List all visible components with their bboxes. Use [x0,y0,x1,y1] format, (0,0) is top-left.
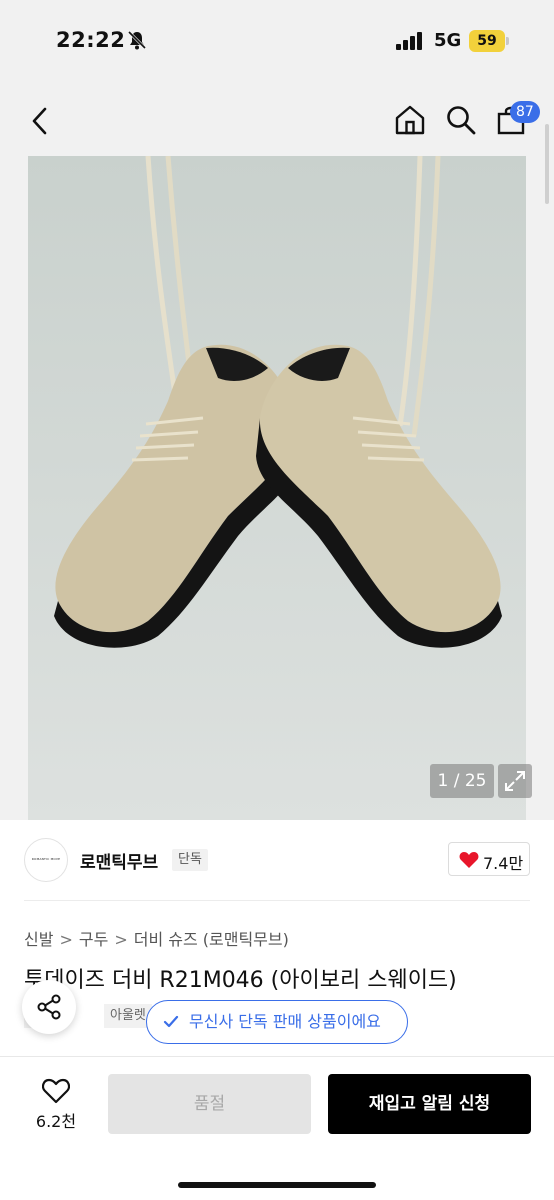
expand-icon [505,771,525,791]
divider [24,900,530,901]
search-icon[interactable] [445,104,477,136]
brand-logo-text: ROMANTIC MOVE [31,857,61,861]
brand-logo[interactable]: ROMANTIC MOVE [24,838,68,882]
exclusive-sale-text: 무신사 단독 판매 상품이에요 [189,1012,381,1031]
image-counter: 1 / 25 [430,764,494,798]
brand-like-count: 7.4만 [483,854,524,873]
wishlist-count: 6.2천 [35,1112,77,1131]
status-time: 22:22 [56,28,126,52]
check-icon [163,1015,179,1028]
exclusive-sale-badge: 무신사 단독 판매 상품이에요 [146,1000,408,1044]
breadcrumb-separator: > [114,930,128,949]
product-image[interactable] [28,156,526,820]
home-icon[interactable] [394,104,426,136]
home-indicator [178,1182,376,1188]
share-icon [37,994,61,1020]
breadcrumb-separator: > [59,930,73,949]
bell-slash-icon [127,30,147,50]
network-type: 5G [434,30,462,51]
product-title: 투데이즈 더비 R21M046 (아이보리 스웨이드) [24,968,457,993]
restock-alert-button[interactable]: 재입고 알림 신청 [328,1074,531,1134]
brand-like-button[interactable]: 7.4만 [448,842,530,876]
battery-indicator: 59 [469,30,505,52]
expand-image-button[interactable] [498,764,532,798]
soldout-button: 품절 [108,1074,311,1134]
brand-name[interactable]: 로맨틱무브 [80,848,158,873]
back-icon[interactable] [28,106,52,136]
heart-icon [459,852,479,868]
scrollbar[interactable] [545,124,549,204]
cart-count-badge: 87 [510,101,540,123]
breadcrumb-item-shoes[interactable]: 신발 [24,926,53,950]
battery-tip [506,37,509,45]
share-button[interactable] [22,980,76,1034]
signal-icon [396,32,422,50]
heart-outline-icon[interactable] [42,1078,70,1104]
product-tag: 아울렛 [104,1004,152,1028]
brand-exclusive-tag: 단독 [172,849,208,871]
breadcrumb-item-dress-shoes[interactable]: 구두 [79,926,108,950]
breadcrumb-item-derby[interactable]: 더비 슈즈 (로맨틱무브) [134,926,289,950]
breadcrumb: 신발 > 구두 > 더비 슈즈 (로맨틱무브) [24,926,289,950]
shoe-illustration [28,156,526,820]
